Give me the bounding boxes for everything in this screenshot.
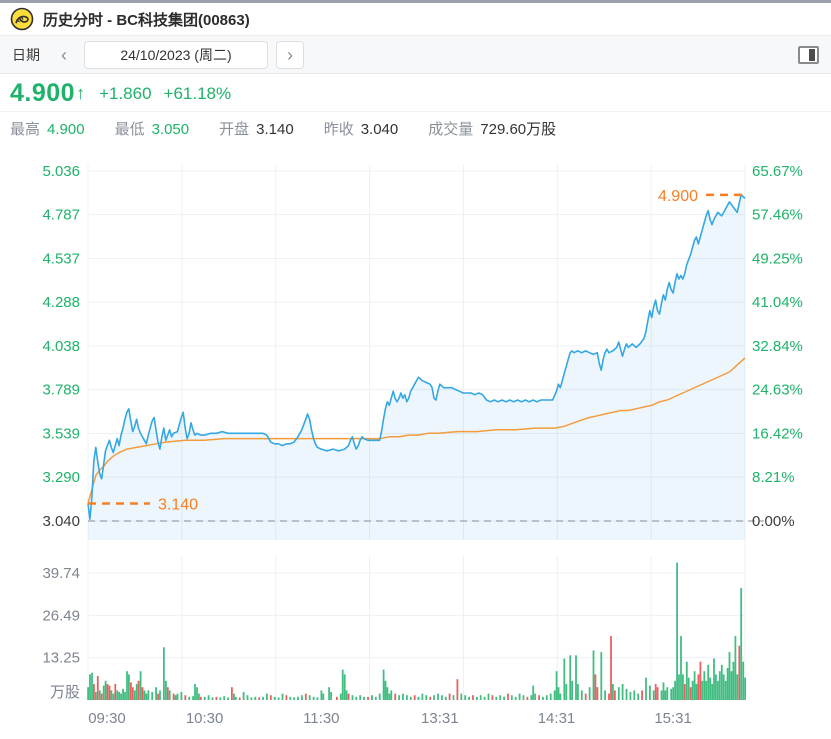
prev-date-button[interactable]: ‹ (52, 42, 76, 68)
svg-text:24.63%: 24.63% (752, 382, 803, 399)
svg-text:4.787: 4.787 (42, 207, 80, 224)
svg-text:0.00%: 0.00% (752, 513, 795, 530)
svg-text:16.42%: 16.42% (752, 426, 803, 443)
svg-text:49.25%: 49.25% (752, 251, 803, 268)
svg-text:32.84%: 32.84% (752, 338, 803, 355)
svg-text:39.74: 39.74 (42, 565, 80, 582)
price-change-percent: +61.18% (163, 83, 232, 103)
svg-text:14:31: 14:31 (538, 710, 576, 727)
svg-text:5.036: 5.036 (42, 163, 80, 180)
stat-high: 最高 4.900 (10, 121, 85, 138)
svg-text:4.537: 4.537 (42, 251, 80, 268)
svg-text:3.290: 3.290 (42, 469, 80, 486)
price-area-fill (88, 194, 745, 541)
stat-low: 最低 3.050 (114, 121, 190, 138)
last-price-label: 4.900 (658, 188, 698, 205)
svg-text:09:30: 09:30 (88, 710, 126, 727)
last-price: 4.900 (10, 79, 76, 107)
stat-open: 开盘 3.140 (219, 121, 294, 138)
svg-text:11:30: 11:30 (303, 710, 339, 727)
stat-volume: 成交量 729.60万股 (428, 121, 557, 138)
svg-text:15:31: 15:31 (654, 710, 692, 727)
svg-text:41.04%: 41.04% (752, 294, 803, 311)
svg-text:3.539: 3.539 (42, 426, 80, 443)
panel-toggle-bar (809, 48, 815, 61)
quote-row: 4.900 ↑ +1.860 +61.18% (0, 74, 831, 112)
svg-text:65.67%: 65.67% (752, 163, 803, 180)
intraday-chart[interactable]: 3.140 4.900 5.036 4.787 4.537 4.288 4.038 3.789… (0, 143, 831, 739)
date-label: 日期 (12, 46, 40, 63)
svg-text:13.25: 13.25 (42, 650, 80, 667)
svg-text:8.21%: 8.21% (752, 469, 795, 486)
svg-text:57.46%: 57.46% (752, 207, 803, 224)
app-logo-coin-icon (10, 7, 34, 31)
stat-prev-close: 昨收 3.040 (323, 121, 399, 138)
volume-bars (87, 562, 746, 700)
svg-text:3.040: 3.040 (42, 513, 80, 530)
stats-row: 最高 4.900 最低 3.050 开盘 3.140 昨收 3.040 成交量 729.6… (0, 112, 831, 145)
up-arrow-icon: ↑ (76, 83, 86, 103)
svg-text:26.49: 26.49 (42, 607, 80, 624)
title-bar: 历史分时 - BC科技集团(00863) (0, 3, 831, 36)
next-date-button[interactable]: › (276, 40, 304, 69)
price-change: +1.860 (99, 83, 152, 103)
price-axis-left: 5.036 4.787 4.537 4.288 4.038 3.789 3.539 3.290… (42, 163, 80, 530)
svg-text:10:30: 10:30 (186, 710, 224, 727)
panel-toggle-icon[interactable] (798, 45, 819, 64)
svg-text:4.038: 4.038 (42, 338, 80, 355)
volume-axis: 39.74 26.49 13.25 万股 (42, 565, 80, 701)
svg-text:13:31: 13:31 (421, 710, 459, 727)
open-price-label: 3.140 (158, 496, 198, 513)
svg-text:3.789: 3.789 (42, 382, 80, 399)
window-title: 历史分时 - BC科技集团(00863) (43, 11, 250, 29)
volume-unit-label: 万股 (50, 684, 80, 701)
svg-text:4.288: 4.288 (42, 294, 80, 311)
time-axis: 09:30 10:30 11:30 13:31 14:31 15:31 (88, 710, 692, 727)
date-toolbar: 日期 ‹ 24/10/2023 (周二) › (0, 36, 831, 74)
percent-axis-right: 65.67% 57.46% 49.25% 41.04% 32.84% 24.63% 16.4… (752, 163, 803, 530)
date-picker[interactable]: 24/10/2023 (周二) (84, 40, 268, 69)
